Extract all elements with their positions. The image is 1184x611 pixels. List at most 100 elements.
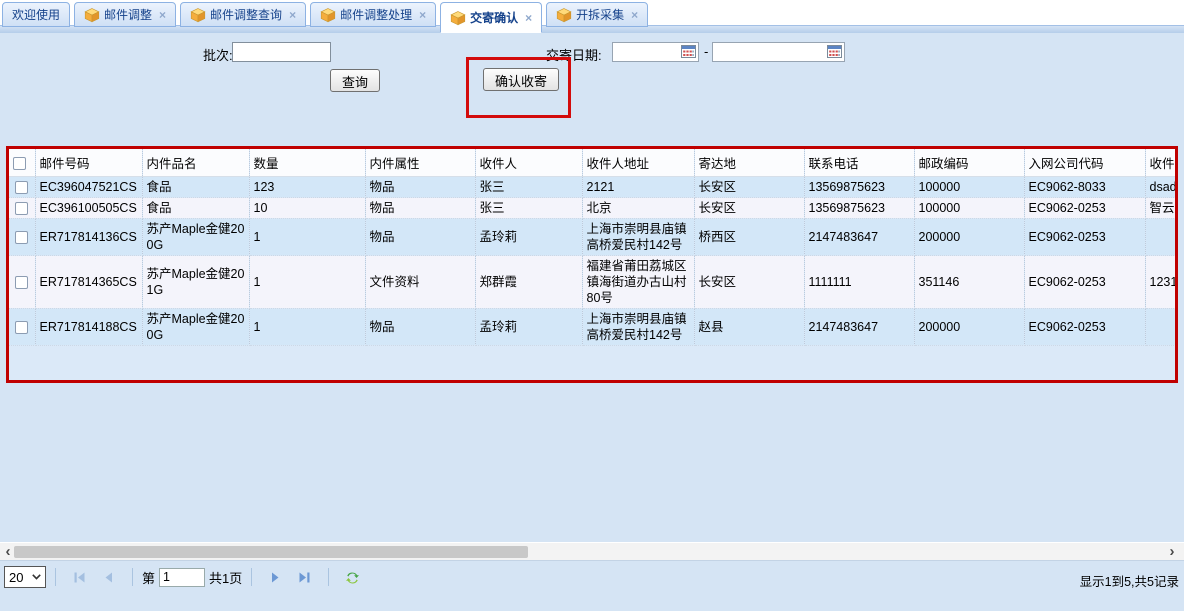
table-cell: EC396047521CS (35, 177, 142, 198)
calendar-icon[interactable] (681, 45, 697, 59)
divider (251, 568, 252, 586)
tab-交寄确认[interactable]: 交寄确认 × (440, 2, 542, 33)
query-button[interactable]: 查询 (330, 69, 380, 92)
table-cell: 13569875623 (804, 198, 914, 219)
table-cell: 北京 (582, 198, 694, 219)
table-cell: 郑群霞 (475, 256, 582, 309)
table-cell: 苏产Maple金健200G (142, 219, 249, 256)
table-cell (1145, 219, 1178, 256)
column-header[interactable]: 邮件号码 (35, 149, 142, 177)
chevron-down-icon (32, 574, 41, 580)
table-cell: 福建省莆田荔城区镇海街道办古山村80号 (582, 256, 694, 309)
tab-邮件调整处理[interactable]: 邮件调整处理× (310, 2, 436, 27)
tab-label: 邮件调整 (104, 6, 152, 23)
divider (328, 568, 329, 586)
divider (132, 568, 133, 586)
page-size-select[interactable]: 20 (4, 566, 46, 588)
table-cell: EC9062-0253 (1024, 256, 1145, 309)
column-header[interactable]: 寄达地 (694, 149, 804, 177)
calendar-icon[interactable] (827, 45, 843, 59)
tab-list: 欢迎使用邮件调整×邮件调整查询×邮件调整处理×交寄确认×开拆采集× (2, 2, 648, 33)
refresh-icon[interactable] (345, 570, 360, 585)
batch-input[interactable] (232, 42, 331, 62)
table-cell: 2147483647 (804, 219, 914, 256)
column-header[interactable]: 收件人单 (1145, 149, 1178, 177)
table-cell: EC396100505CS (35, 198, 142, 219)
tab-bar: 欢迎使用邮件调整×邮件调整查询×邮件调整处理×交寄确认×开拆采集× (0, 0, 1184, 33)
package-icon (556, 7, 572, 23)
table-cell: 物品 (365, 219, 475, 256)
results-grid: 邮件号码内件品名数量内件属性收件人收件人地址寄达地联系电话邮政编码入网公司代码收… (6, 146, 1178, 383)
page-last-icon[interactable] (297, 570, 312, 585)
column-header[interactable]: 收件人地址 (582, 149, 694, 177)
date-from-field (612, 42, 699, 62)
table-row[interactable]: EC396047521CS食品123物品张三2121长安区13569875623… (9, 177, 1178, 198)
table-header-row: 邮件号码内件品名数量内件属性收件人收件人地址寄达地联系电话邮政编码入网公司代码收… (9, 149, 1178, 177)
close-icon[interactable]: × (289, 9, 296, 21)
horizontal-scrollbar[interactable]: ‹ › (0, 542, 1184, 561)
close-icon[interactable]: × (419, 9, 426, 21)
table-row[interactable]: ER717814136CS苏产Maple金健200G1物品孟玲莉上海市崇明县庙镇… (9, 219, 1178, 256)
page-first-icon[interactable] (72, 570, 87, 585)
package-icon (84, 7, 100, 23)
table-cell: 351146 (914, 256, 1024, 309)
table-body: EC396047521CS食品123物品张三2121长安区13569875623… (9, 177, 1178, 346)
table-cell: 孟玲莉 (475, 219, 582, 256)
table-cell: 智云达 (1145, 198, 1178, 219)
table-cell: 1231231 (1145, 256, 1178, 309)
scrollbar-thumb[interactable] (14, 546, 528, 558)
table-cell: EC9062-8033 (1024, 177, 1145, 198)
package-icon (320, 7, 336, 23)
table-cell: 张三 (475, 177, 582, 198)
tab-开拆采集[interactable]: 开拆采集 × (546, 2, 648, 27)
page-prev-icon[interactable] (101, 570, 116, 585)
table-cell: 孟玲莉 (475, 309, 582, 346)
page-next-icon[interactable] (268, 570, 283, 585)
table-cell: 物品 (365, 198, 475, 219)
column-header[interactable]: 入网公司代码 (1024, 149, 1145, 177)
close-icon[interactable]: × (159, 9, 166, 21)
tab-label: 欢迎使用 (12, 6, 60, 23)
column-header[interactable]: 内件品名 (142, 149, 249, 177)
table-cell: 物品 (365, 177, 475, 198)
page-number-input[interactable] (159, 568, 205, 587)
date-to-input[interactable] (713, 44, 827, 60)
date-from-input[interactable] (613, 44, 681, 60)
close-icon[interactable]: × (631, 9, 638, 21)
tab-label: 开拆采集 (576, 6, 624, 23)
row-checkbox[interactable] (15, 181, 28, 194)
column-header[interactable]: 收件人 (475, 149, 582, 177)
tab-邮件调整查询[interactable]: 邮件调整查询× (180, 2, 306, 27)
table-cell: EC9062-0253 (1024, 198, 1145, 219)
app-window: 欢迎使用邮件调整×邮件调整查询×邮件调整处理×交寄确认×开拆采集× 批次: 查询… (0, 0, 1184, 611)
table-row[interactable]: EC396100505CS食品10物品张三北京长安区13569875623100… (9, 198, 1178, 219)
column-header[interactable]: 数量 (249, 149, 365, 177)
column-header[interactable]: 邮政编码 (914, 149, 1024, 177)
tab-邮件调整[interactable]: 邮件调整 × (74, 2, 176, 27)
chevron-right-icon[interactable]: › (1164, 543, 1180, 560)
table-cell: 上海市崇明县庙镇高桥爱民村142号 (582, 309, 694, 346)
table-row[interactable]: ER717814365CS苏产Maple金健201G1文件资料郑群霞福建省莆田荔… (9, 256, 1178, 309)
table-row[interactable]: ER717814188CS苏产Maple金健200G1物品孟玲莉上海市崇明县庙镇… (9, 309, 1178, 346)
pager-controls: 20 第 共1页 (4, 566, 367, 588)
table-cell: 苏产Maple金健201G (142, 256, 249, 309)
row-checkbox[interactable] (15, 321, 28, 334)
confirm-receipt-button[interactable]: 确认收寄 (483, 68, 559, 91)
column-header[interactable]: 联系电话 (804, 149, 914, 177)
tab-欢迎使用[interactable]: 欢迎使用 (2, 2, 70, 27)
close-icon[interactable]: × (525, 12, 532, 24)
pagination-bar: 20 第 共1页 (0, 561, 1184, 611)
table-cell: 2147483647 (804, 309, 914, 346)
table-cell: 物品 (365, 309, 475, 346)
row-checkbox[interactable] (15, 202, 28, 215)
row-checkbox[interactable] (15, 231, 28, 244)
package-icon (190, 7, 206, 23)
table-cell: 食品 (142, 198, 249, 219)
table-cell: EC9062-0253 (1024, 219, 1145, 256)
tab-label: 交寄确认 (470, 9, 518, 26)
select-all-checkbox[interactable] (13, 157, 26, 170)
table-cell: 文件资料 (365, 256, 475, 309)
table-cell: 1111111 (804, 256, 914, 309)
column-header[interactable]: 内件属性 (365, 149, 475, 177)
row-checkbox[interactable] (15, 276, 28, 289)
